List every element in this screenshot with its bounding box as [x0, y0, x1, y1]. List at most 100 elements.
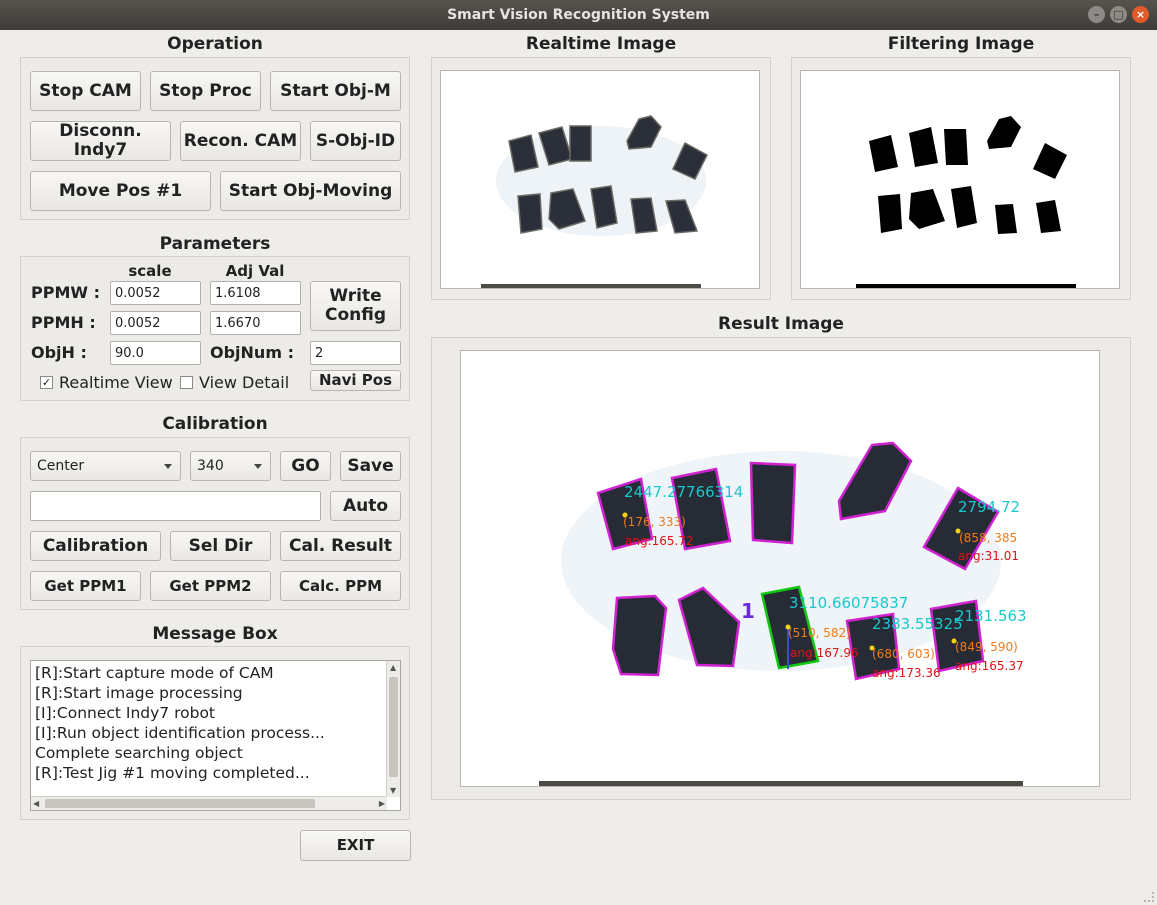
scrollbar-thumb[interactable] [389, 677, 398, 777]
message-line: [I]:Run object identification process... [35, 724, 325, 742]
operation-title: Operation [167, 34, 263, 54]
view-detail-checkbox[interactable]: View Detail [180, 373, 289, 392]
window-controls: – □ × [1088, 6, 1149, 23]
obj1-value: 2447.27766314 [624, 483, 743, 501]
obj3-angle: ang:167.96 [790, 646, 859, 660]
filtering-image [800, 70, 1120, 289]
objnum-label: ObjNum : [210, 343, 294, 362]
ppmw-adj-field[interactable] [210, 281, 301, 305]
view-detail-check-icon[interactable] [180, 376, 193, 389]
scene-bottom-edge [481, 284, 701, 288]
message-line: [R]:Start image processing [35, 684, 243, 702]
chevron-down-icon [164, 464, 172, 469]
realtime-view-checkbox[interactable]: ✓ Realtime View [40, 373, 173, 392]
adj-val-column-label: Adj Val [225, 262, 285, 280]
calibration-text-input[interactable] [30, 491, 321, 521]
calibration-title: Calibration [162, 414, 268, 434]
obj4-value: 2383.55325 [872, 615, 963, 633]
message-box[interactable]: [R]:Start capture mode of CAM [R]:Start … [30, 660, 401, 811]
scroll-down-icon[interactable]: ▼ [390, 786, 396, 795]
realtime-view-check-icon[interactable]: ✓ [40, 376, 53, 389]
obj2-value: 2794.72 [958, 498, 1020, 516]
realtime-image-graphic [481, 115, 708, 288]
result-image: 2447.27766314 (176, 333) ang:165.72 2794… [460, 350, 1100, 787]
reconnect-cam-button[interactable]: Recon. CAM [180, 121, 301, 161]
get-ppm1-button[interactable]: Get PPM1 [30, 571, 141, 601]
obj3-value: 3110.66075837 [789, 594, 908, 612]
message-box-title: Message Box [152, 624, 278, 644]
obj3-coord: (510, 582) [788, 626, 851, 640]
position-select-value: Center [37, 458, 85, 474]
scene-bottom-edge [539, 781, 1023, 786]
objh-field[interactable] [110, 341, 201, 365]
message-line: Complete searching object [35, 744, 243, 762]
disconnect-indy7-button[interactable]: Disconn. Indy7 [30, 121, 171, 161]
stop-proc-button[interactable]: Stop Proc [150, 71, 261, 111]
resize-grip-icon[interactable] [1144, 892, 1154, 902]
go-button[interactable]: GO [280, 451, 331, 481]
minimize-icon[interactable]: – [1088, 6, 1105, 23]
objnum-field[interactable] [310, 341, 401, 365]
start-obj-moving-button[interactable]: Start Obj-Moving [220, 171, 401, 211]
objh-label: ObjH : [31, 343, 87, 362]
ppmw-scale-field[interactable] [110, 281, 201, 305]
obj1-angle: ang:165.72 [625, 534, 694, 548]
ppmh-scale-field[interactable] [110, 311, 201, 335]
message-line: [R]:Test Jig #1 moving completed... [35, 764, 310, 782]
message-line: [I]:Connect Indy7 robot [35, 704, 216, 722]
obj2-angle: ang:31.01 [958, 549, 1019, 563]
value-select-value: 340 [197, 458, 224, 474]
message-line: [R]:Start capture mode of CAM [35, 664, 274, 682]
parameters-title: Parameters [159, 234, 271, 254]
scroll-up-icon[interactable]: ▲ [390, 663, 396, 672]
ppmh-adj-field[interactable] [210, 311, 301, 335]
s-obj-id-button[interactable]: S-Obj-ID [310, 121, 401, 161]
result-image-graphic: 2447.27766314 (176, 333) ang:165.72 2794… [539, 441, 1027, 786]
realtime-image [440, 70, 760, 289]
scale-column-label: scale [128, 262, 172, 280]
save-button[interactable]: Save [340, 451, 401, 481]
result-image-title: Result Image [718, 314, 844, 334]
obj5-angle: ang:165.37 [955, 659, 1024, 673]
exit-button[interactable]: EXIT [300, 830, 411, 861]
obj4-angle: ang:173.36 [872, 666, 941, 680]
start-obj-m-button[interactable]: Start Obj-M [270, 71, 401, 111]
realtime-image-title: Realtime Image [525, 34, 677, 54]
auto-button[interactable]: Auto [330, 491, 401, 521]
window-title: Smart Vision Recognition System [447, 7, 710, 23]
scrollbar-thumb[interactable] [45, 799, 315, 808]
obj5-coord: (849, 590) [955, 640, 1018, 654]
stop-cam-button[interactable]: Stop CAM [30, 71, 141, 111]
maximize-icon[interactable]: □ [1110, 6, 1127, 23]
write-config-button[interactable]: Write Config [310, 281, 401, 331]
obj2-coord: (858, 385 [959, 531, 1017, 545]
ppmw-label: PPMW : [31, 283, 100, 302]
position-select[interactable]: Center [30, 451, 181, 481]
scroll-left-icon[interactable]: ◀ [33, 799, 39, 808]
obj1-coord: (176, 333) [623, 515, 686, 529]
vertical-scrollbar[interactable]: ▲ ▼ [386, 661, 400, 797]
message-list: [R]:Start capture mode of CAM [R]:Start … [35, 663, 325, 783]
view-detail-label: View Detail [199, 373, 290, 392]
move-pos-button[interactable]: Move Pos #1 [30, 171, 211, 211]
filtered-blobs [856, 116, 1076, 288]
obj4-coord: (680, 603) [872, 647, 935, 661]
realtime-view-label: Realtime View [59, 373, 173, 392]
ppmh-label: PPMH : [31, 313, 96, 332]
obj5-value: 2131.563 [955, 607, 1027, 625]
horizontal-scrollbar[interactable]: ◀ ▶ [31, 796, 387, 810]
navi-pos-button[interactable]: Navi Pos [310, 370, 401, 391]
scroll-right-icon[interactable]: ▶ [379, 799, 385, 808]
get-ppm2-button[interactable]: Get PPM2 [150, 571, 271, 601]
cal-result-button[interactable]: Cal. Result [280, 531, 401, 561]
filtering-image-title: Filtering Image [887, 34, 1035, 54]
chevron-down-icon [254, 464, 262, 469]
object-index-label: 1 [741, 599, 755, 623]
calc-ppm-button[interactable]: Calc. PPM [280, 571, 401, 601]
calibration-button[interactable]: Calibration [30, 531, 161, 561]
close-icon[interactable]: × [1132, 6, 1149, 23]
sel-dir-button[interactable]: Sel Dir [170, 531, 271, 561]
filtering-image-graphic [856, 116, 1076, 288]
window-titlebar[interactable]: Smart Vision Recognition System – □ × [0, 0, 1157, 30]
value-select[interactable]: 340 [190, 451, 271, 481]
